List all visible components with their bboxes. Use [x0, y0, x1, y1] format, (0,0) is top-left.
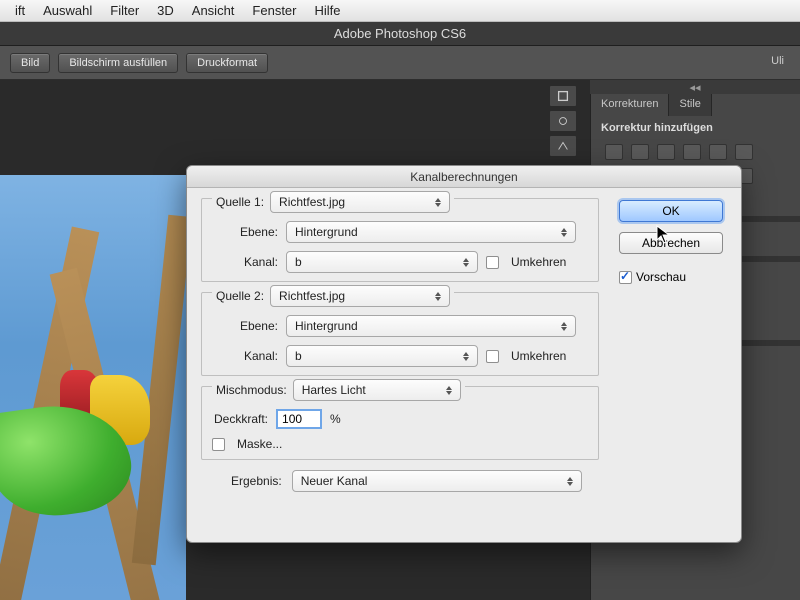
optbar-button[interactable]: Bild [10, 53, 50, 73]
tab-stile[interactable]: Stile [669, 94, 711, 116]
kanal-label: Kanal: [214, 349, 278, 363]
calculations-dialog: Kanalberechnungen Quelle 1: Richtfest.jp… [186, 165, 742, 543]
source2-file-select[interactable]: Richtfest.jpg [270, 285, 450, 307]
mask-label: Maske... [237, 437, 282, 451]
panel-header: Korrektur hinzufügen [591, 116, 800, 140]
opacity-input[interactable] [276, 409, 322, 429]
menu-item[interactable]: Fenster [243, 3, 305, 18]
opacity-unit: % [330, 412, 341, 426]
ok-button[interactable]: OK [619, 200, 723, 222]
tool-strip [549, 85, 577, 157]
mask-checkbox[interactable] [212, 438, 225, 451]
tool-icon[interactable] [549, 135, 577, 157]
preview-checkbox[interactable] [619, 271, 632, 284]
dialog-title: Kanalberechnungen [187, 166, 741, 188]
menu-item[interactable]: Auswahl [34, 3, 101, 18]
app-title: Adobe Photoshop CS6 [334, 26, 466, 41]
source2-layer-select[interactable]: Hintergrund [286, 315, 576, 337]
source2-legend: Quelle 2: [216, 289, 264, 303]
invert-label: Umkehren [511, 255, 566, 269]
tab-korrekturen[interactable]: Korrekturen [591, 94, 669, 116]
source2-channel-select[interactable]: b [286, 345, 478, 367]
optbar-button[interactable]: Bildschirm ausfüllen [58, 53, 178, 73]
source1-group: Quelle 1: Richtfest.jpg Ebene: Hintergru… [201, 198, 599, 282]
adjustment-icon[interactable] [735, 144, 753, 160]
app-titlebar: Adobe Photoshop CS6 [0, 22, 800, 46]
user-indicator: Uli [771, 55, 784, 67]
adjustment-icon[interactable] [605, 144, 623, 160]
optbar-button[interactable]: Druckformat [186, 53, 268, 73]
adjustment-icon[interactable] [657, 144, 675, 160]
panel-tabs: Korrekturen Stile [591, 94, 800, 116]
source1-channel-select[interactable]: b [286, 251, 478, 273]
ebene-label: Ebene: [214, 319, 278, 333]
macos-menubar[interactable]: ift Auswahl Filter 3D Ansicht Fenster Hi… [0, 0, 800, 22]
ebene-label: Ebene: [214, 225, 278, 239]
cancel-button[interactable]: Abbrechen [619, 232, 723, 254]
result-select[interactable]: Neuer Kanal [292, 470, 582, 492]
opacity-label: Deckkraft: [214, 412, 268, 426]
adjustment-icon[interactable] [683, 144, 701, 160]
invert-label: Umkehren [511, 349, 566, 363]
adjustment-icon[interactable] [631, 144, 649, 160]
menu-item[interactable]: ift [6, 3, 34, 18]
tool-icon[interactable] [549, 85, 577, 107]
source1-invert-checkbox[interactable] [486, 256, 499, 269]
blend-mode-select[interactable]: Hartes Licht [293, 379, 461, 401]
panel-collapse-icon[interactable]: ◂◂ [590, 80, 800, 94]
document-canvas[interactable] [0, 175, 186, 600]
options-bar: Bild Bildschirm ausfüllen Druckformat Ul… [0, 46, 800, 80]
source2-group: Quelle 2: Richtfest.jpg Ebene: Hintergru… [201, 292, 599, 376]
source1-legend: Quelle 1: [216, 195, 264, 209]
blend-group: Mischmodus: Hartes Licht Deckkraft: % Ma… [201, 386, 599, 460]
kanal-label: Kanal: [214, 255, 278, 269]
blend-legend: Mischmodus: [216, 383, 287, 397]
menu-item[interactable]: Hilfe [306, 3, 350, 18]
source1-layer-select[interactable]: Hintergrund [286, 221, 576, 243]
menu-item[interactable]: 3D [148, 3, 183, 18]
menu-item[interactable]: Filter [101, 3, 148, 18]
tool-icon[interactable] [549, 110, 577, 132]
source2-invert-checkbox[interactable] [486, 350, 499, 363]
source1-file-select[interactable]: Richtfest.jpg [270, 191, 450, 213]
adjustment-icon[interactable] [709, 144, 727, 160]
preview-label: Vorschau [636, 270, 686, 284]
menu-item[interactable]: Ansicht [183, 3, 244, 18]
result-label: Ergebnis: [231, 474, 282, 488]
